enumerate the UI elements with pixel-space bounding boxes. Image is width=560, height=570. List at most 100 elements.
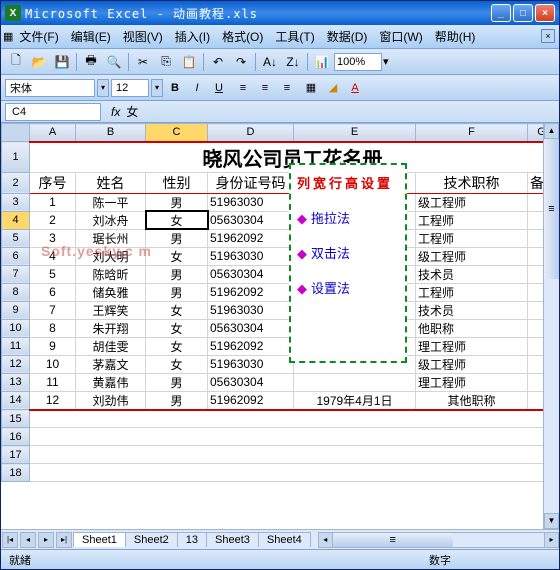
cell-id[interactable]: 51962092 [208, 337, 294, 355]
redo-icon[interactable]: ↷ [230, 51, 252, 73]
cell-title[interactable]: 工程师 [416, 229, 528, 247]
cut-icon[interactable]: ✂ [132, 51, 154, 73]
cell-id[interactable]: 05630304 [208, 211, 294, 229]
cell-title[interactable]: 理工程师 [416, 337, 528, 355]
cell-no[interactable]: 11 [30, 373, 76, 391]
zoom-select[interactable]: 100% [334, 53, 382, 71]
cell-no[interactable]: 10 [30, 355, 76, 373]
cell-name[interactable]: 黄嘉伟 [76, 373, 146, 391]
name-box[interactable]: C4 [5, 103, 101, 121]
italic-button[interactable]: I [187, 78, 207, 98]
cell-title[interactable]: 级工程师 [416, 193, 528, 211]
cell-no[interactable]: 9 [30, 337, 76, 355]
scroll-left-icon[interactable]: ◂ [319, 533, 333, 547]
cell-name[interactable]: 储奂雅 [76, 283, 146, 301]
cell-id[interactable]: 51962092 [208, 283, 294, 301]
cell-sex[interactable]: 女 [146, 301, 208, 319]
cell-id[interactable]: 51962092 [208, 391, 294, 410]
chart-icon[interactable]: 📊 [311, 51, 333, 73]
hdr-id[interactable]: 身份证号码 [208, 172, 294, 193]
col-header[interactable]: B [76, 124, 146, 142]
col-header[interactable]: E [294, 124, 416, 142]
scroll-down-icon[interactable]: ▼ [544, 513, 559, 529]
borders-icon[interactable]: ▦ [301, 78, 321, 98]
align-left-icon[interactable]: ≡ [233, 78, 253, 98]
horizontal-scrollbar[interactable]: ◂ ≡ ▸ [318, 532, 559, 548]
cell-name[interactable]: 刘大明 [76, 247, 146, 265]
cell-title[interactable]: 他职称 [416, 319, 528, 337]
row-header[interactable]: 2 [2, 172, 30, 193]
cell-name[interactable]: 胡佳雯 [76, 337, 146, 355]
row-header[interactable]: 13 [2, 373, 30, 391]
sheet-tab[interactable]: Sheet4 [258, 532, 311, 547]
font-size-select[interactable]: 12 [111, 79, 149, 97]
tab-next-icon[interactable]: ▸ [38, 532, 54, 548]
cell-no[interactable]: 3 [30, 229, 76, 247]
cell[interactable] [30, 410, 556, 428]
row-header[interactable]: 4 [2, 211, 30, 229]
formula-value[interactable]: 女 [126, 103, 138, 120]
open-icon[interactable]: 📂 [28, 51, 50, 73]
scroll-thumb[interactable]: ≡ [544, 139, 559, 279]
col-header[interactable]: A [30, 124, 76, 142]
row-header[interactable]: 6 [2, 247, 30, 265]
row-header[interactable]: 16 [2, 428, 30, 446]
cell-no[interactable]: 6 [30, 283, 76, 301]
cell-no[interactable]: 4 [30, 247, 76, 265]
cell-birth[interactable] [294, 373, 416, 391]
cell-title[interactable]: 理工程师 [416, 373, 528, 391]
menu-tools[interactable]: 工具(T) [269, 26, 320, 47]
row-header[interactable]: 3 [2, 193, 30, 211]
preview-icon[interactable]: 🔍 [103, 51, 125, 73]
cell[interactable] [30, 464, 556, 482]
menu-window[interactable]: 窗口(W) [373, 26, 428, 47]
tab-prev-icon[interactable]: ◂ [20, 532, 36, 548]
row-header[interactable]: 1 [2, 142, 30, 173]
cell-sex[interactable]: 女 [146, 247, 208, 265]
cell-name[interactable]: 陈一平 [76, 193, 146, 211]
cell-birth[interactable]: 1979年4月1日 [294, 391, 416, 410]
cell-sex[interactable]: 男 [146, 265, 208, 283]
cell-sex[interactable]: 男 [146, 283, 208, 301]
maximize-button[interactable]: □ [513, 4, 533, 22]
hdr-no[interactable]: 序号 [30, 172, 76, 193]
underline-button[interactable]: U [209, 78, 229, 98]
save-icon[interactable]: 💾 [51, 51, 73, 73]
row-header[interactable]: 17 [2, 446, 30, 464]
cell-name[interactable]: 琚长州 [76, 229, 146, 247]
cell-sex[interactable]: 男 [146, 193, 208, 211]
bold-button[interactable]: B [165, 78, 185, 98]
font-size-dropdown-icon[interactable]: ▾ [151, 79, 163, 97]
menu-format[interactable]: 格式(O) [216, 26, 269, 47]
paste-icon[interactable]: 📋 [178, 51, 200, 73]
sheet-tab[interactable]: 13 [177, 532, 207, 547]
align-center-icon[interactable]: ≡ [255, 78, 275, 98]
cell[interactable] [30, 428, 556, 446]
menu-data[interactable]: 数据(D) [321, 26, 374, 47]
hdr-name[interactable]: 姓名 [76, 172, 146, 193]
cell-sex[interactable]: 女 [146, 211, 208, 229]
undo-icon[interactable]: ↶ [207, 51, 229, 73]
fill-color-icon[interactable]: ◢ [323, 78, 343, 98]
cell-title[interactable]: 工程师 [416, 283, 528, 301]
col-header[interactable]: C [146, 124, 208, 142]
cell-id[interactable]: 05630304 [208, 265, 294, 283]
row-header[interactable]: 5 [2, 229, 30, 247]
scroll-up-icon[interactable]: ▲ [544, 123, 559, 139]
menu-help[interactable]: 帮助(H) [429, 26, 482, 47]
fx-icon[interactable]: fx [111, 105, 120, 119]
cell-id[interactable]: 05630304 [208, 373, 294, 391]
sort-asc-icon[interactable]: A↓ [259, 51, 281, 73]
sort-desc-icon[interactable]: Z↓ [282, 51, 304, 73]
row-header[interactable]: 12 [2, 355, 30, 373]
cell-name[interactable]: 刘劲伟 [76, 391, 146, 410]
row-header[interactable]: 15 [2, 410, 30, 428]
font-name-dropdown-icon[interactable]: ▾ [97, 79, 109, 97]
sheet-tab[interactable]: Sheet1 [73, 532, 126, 547]
spreadsheet-grid[interactable]: A B C D E F G 1 晓风公司员工花名册 2 序号 姓名 性别 身份证… [1, 123, 556, 482]
minimize-button[interactable]: _ [491, 4, 511, 22]
sheet-tab[interactable]: Sheet3 [206, 532, 259, 547]
cell-name[interactable]: 陈晗昕 [76, 265, 146, 283]
cell-id[interactable]: 05630304 [208, 319, 294, 337]
cell-sex[interactable]: 男 [146, 229, 208, 247]
